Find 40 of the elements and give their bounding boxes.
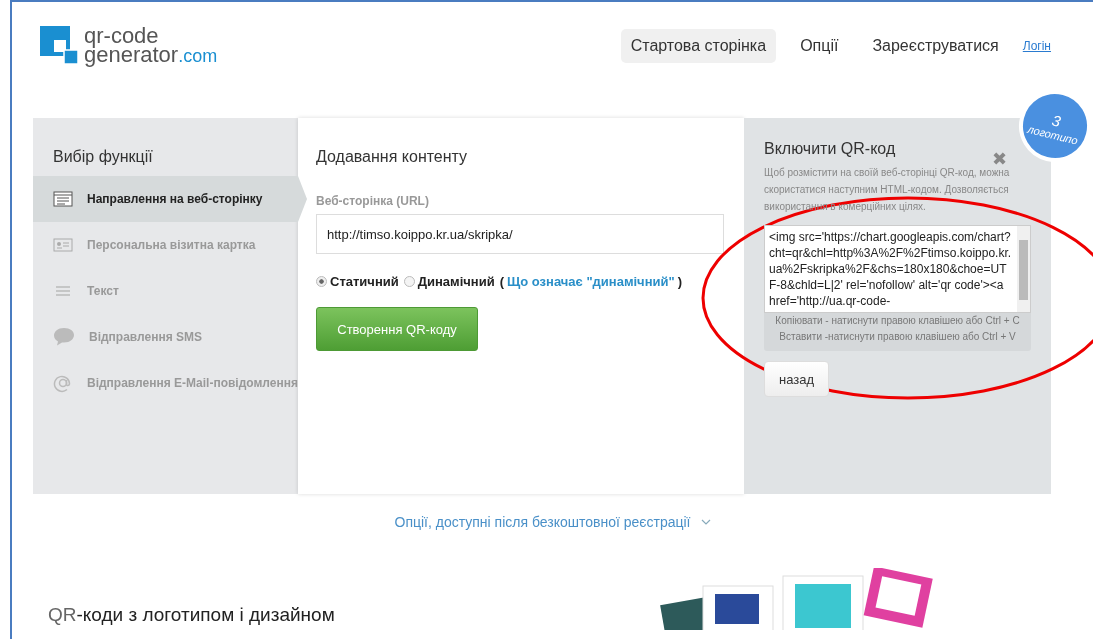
sidebar-item[interactable]: Відправлення SMS: [33, 314, 298, 360]
code-text-area[interactable]: <img src='https://chart.googleapis.com/chart?cht=qr&chl=http%3A%2F%2Ftimso.koippo.kr.ua%2Fskripka%2F&chs=180x180&choe=UTF-8&chld=L|2' rel='nofollow' alt='qr code'><a href='http://ua.qr-code-: [764, 225, 1031, 313]
section-title: Додавання контенту: [316, 148, 469, 166]
nav-tab[interactable]: Стартова сторінка: [620, 29, 777, 63]
sidebar-title: Вибір функції: [52, 148, 154, 167]
radio-label: Статичний: [330, 274, 399, 289]
paren-text: (: [499, 274, 505, 289]
at-sign-icon: [53, 373, 73, 393]
sidebar-item-label: Направлення на веб-сторінку: [87, 192, 263, 206]
field-label: Веб-сторінка (URL): [316, 194, 430, 208]
sidebar-item-label: Текст: [87, 284, 119, 298]
text-lines-icon: [53, 285, 73, 297]
logo-squares-icon: [40, 26, 78, 66]
radio-button[interactable]: [316, 276, 327, 287]
promo-heading: QR-коди з логотипом і дизайном: [48, 604, 335, 626]
paren-text: ): [677, 274, 682, 289]
nav-tab[interactable]: Зареєструватися: [862, 29, 1009, 63]
speech-bubble-icon: [53, 327, 75, 347]
back-button[interactable]: назад: [764, 361, 830, 397]
scrollbar[interactable]: [1017, 226, 1030, 312]
help-link[interactable]: Що означає "динамічний": [507, 274, 675, 289]
login-link[interactable]: Логін: [1022, 39, 1051, 53]
url-input-field[interactable]: http://timso.koippo.kr.ua/skripka/: [316, 214, 724, 254]
browser-window-icon: [53, 191, 73, 207]
embed-title: Включити QR-код: [764, 140, 897, 158]
hint-text: Копіювати - натиснути правою клавішею або Ctrl + C: [774, 314, 1021, 328]
hint-text: Вставити -натиснути правою клавішею або Ctrl + V: [778, 330, 1017, 344]
nav-tab[interactable]: Опції: [790, 29, 849, 63]
registration-options-link[interactable]: Опції, доступні після безкоштовної реєстрації: [394, 514, 691, 530]
sidebar-item[interactable]: Персональна візитна картка: [33, 222, 298, 268]
radio-button[interactable]: [403, 276, 415, 287]
sidebar-item[interactable]: Текст: [33, 268, 298, 314]
sidebar-item-label: Персональна візитна картка: [87, 238, 256, 252]
create-qr-button[interactable]: Створення QR-коду: [316, 307, 478, 351]
radio-label: Динамічний: [417, 274, 495, 289]
sidebar-item-label: Відправлення SMS: [89, 330, 203, 344]
chevron-down-icon[interactable]: [700, 519, 711, 525]
sidebar-item-label: Відправлення E-Mail-повідомлення: [87, 376, 298, 390]
contact-card-icon: [53, 238, 73, 252]
sidebar-item[interactable]: Відправлення E-Mail-повідомлення: [33, 360, 298, 406]
